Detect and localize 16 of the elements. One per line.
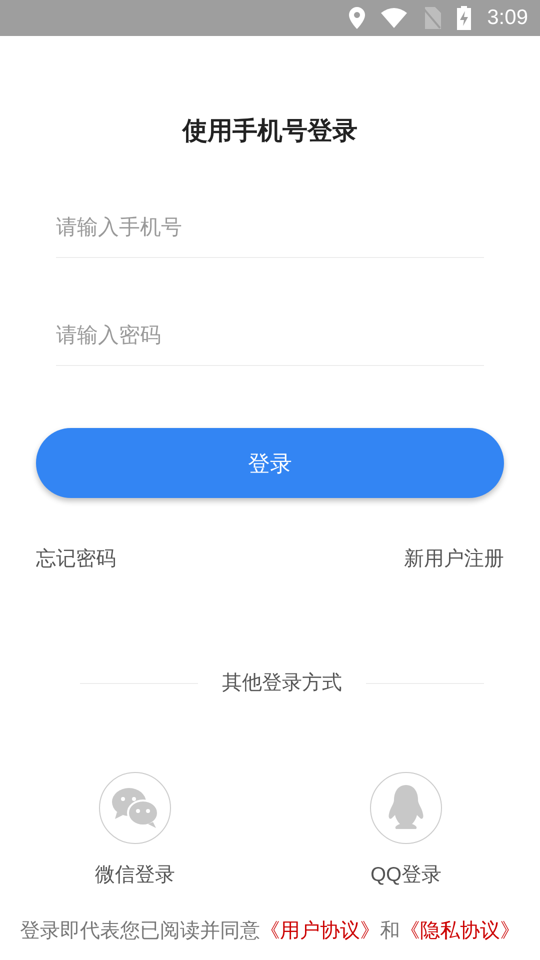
agreement-text: 登录即代表您已阅读并同意《用户协议》和《隐私协议》 (19, 919, 521, 944)
forgot-password-link[interactable]: 忘记密码 (36, 544, 116, 574)
privacy-policy-link[interactable]: 《隐私协议》 (400, 920, 520, 942)
battery-charging-icon (457, 6, 472, 30)
wifi-icon (381, 8, 408, 28)
other-login-heading: 其他登录方式 (222, 671, 342, 696)
no-sim-icon (423, 7, 442, 29)
register-link[interactable]: 新用户注册 (404, 544, 504, 574)
page-title: 使用手机号登录 (180, 116, 358, 146)
clock-time: 3:09 (487, 5, 528, 32)
chat-bubbles-icon (111, 787, 159, 829)
login-option-label: QQ登录 (370, 863, 442, 888)
login-button[interactable]: 登录 (36, 428, 504, 498)
location-icon (349, 7, 366, 29)
user-agreement-link[interactable]: 《用户协议》 (260, 920, 380, 942)
login-option-label: 微信登录 (95, 863, 175, 888)
